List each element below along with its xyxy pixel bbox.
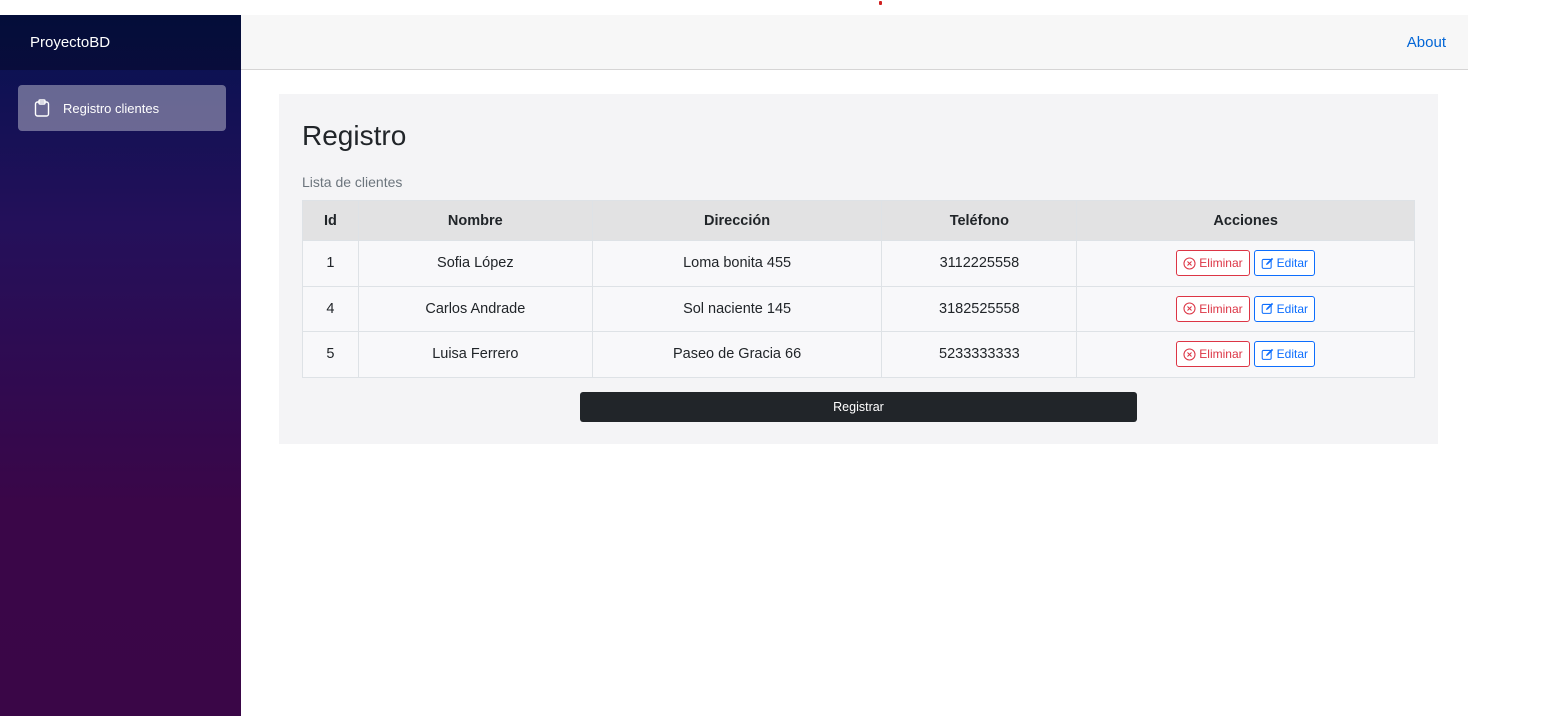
cell-id: 5	[302, 331, 359, 378]
page-title: Registro	[302, 120, 407, 151]
table-header-row: Id Nombre Dirección Teléfono Acciones	[302, 200, 1415, 241]
delete-label: Eliminar	[1199, 256, 1243, 271]
cell-direccion: Sol naciente 145	[591, 285, 883, 332]
header-id: Id	[302, 200, 359, 241]
table-row: 4 Carlos Andrade Sol naciente 145 318252…	[302, 285, 1415, 332]
delete-button[interactable]: Eliminar	[1176, 295, 1250, 322]
table-row: 1 Sofia López Loma bonita 455 3112225558…	[302, 240, 1415, 287]
x-circle-icon	[1183, 348, 1196, 361]
table-row: 5 Luisa Ferrero Paseo de Gracia 66 52333…	[302, 331, 1415, 378]
header-telefono: Teléfono	[881, 200, 1078, 241]
edit-label: Editar	[1276, 256, 1308, 271]
edit-label: Editar	[1276, 347, 1308, 362]
app-shell: ProyectoBD Registro clientes About Regis…	[0, 15, 1468, 716]
cell-nombre: Sofia López	[357, 240, 593, 287]
sidebar-item-label: Registro clientes	[63, 100, 160, 116]
pencil-square-icon	[1261, 257, 1273, 269]
main-card: Registro Lista de clientes Id Nombre Dir…	[279, 94, 1438, 444]
header-acciones: Acciones	[1076, 200, 1415, 241]
edit-button[interactable]: Editar	[1253, 341, 1315, 368]
about-link[interactable]: About	[1407, 34, 1446, 51]
delete-label: Eliminar	[1199, 347, 1243, 362]
cell-id: 4	[302, 285, 359, 332]
cell-telefono: 3182525558	[881, 285, 1078, 332]
top-navbar: About	[241, 15, 1468, 70]
edit-label: Editar	[1276, 301, 1308, 316]
cell-direccion: Loma bonita 455	[591, 240, 883, 287]
x-circle-icon	[1183, 257, 1196, 270]
cell-acciones: Eliminar Editar	[1076, 240, 1415, 287]
register-button[interactable]: Registrar	[580, 392, 1137, 422]
cell-direccion: Paseo de Gracia 66	[591, 331, 883, 378]
sidebar-item-registro-clientes[interactable]: Registro clientes	[18, 85, 226, 131]
cell-telefono: 3112225558	[881, 240, 1078, 287]
header-nombre: Nombre	[357, 200, 593, 241]
delete-button[interactable]: Eliminar	[1176, 250, 1250, 277]
clipboard-icon	[34, 99, 50, 117]
pencil-square-icon	[1261, 348, 1273, 360]
red-dot-marker	[879, 1, 882, 5]
header-direccion: Dirección	[591, 200, 883, 241]
brand-title[interactable]: ProyectoBD	[0, 15, 241, 70]
cell-nombre: Carlos Andrade	[357, 285, 593, 332]
delete-button[interactable]: Eliminar	[1176, 341, 1250, 368]
cell-telefono: 5233333333	[881, 331, 1078, 378]
edit-button[interactable]: Editar	[1253, 295, 1315, 322]
delete-label: Eliminar	[1199, 301, 1243, 316]
cell-acciones: Eliminar Editar	[1076, 331, 1415, 378]
table-caption: Lista de clientes	[302, 174, 403, 190]
cell-id: 1	[302, 240, 359, 287]
clients-table: Id Nombre Dirección Teléfono Acciones 1 …	[302, 200, 1415, 378]
cell-nombre: Luisa Ferrero	[357, 331, 593, 378]
pencil-square-icon	[1261, 303, 1273, 315]
cell-acciones: Eliminar Editar	[1076, 285, 1415, 332]
sidebar: ProyectoBD Registro clientes	[0, 15, 241, 716]
edit-button[interactable]: Editar	[1253, 250, 1315, 277]
x-circle-icon	[1183, 302, 1196, 315]
